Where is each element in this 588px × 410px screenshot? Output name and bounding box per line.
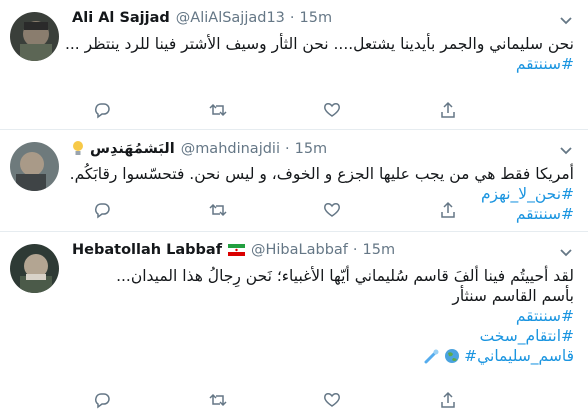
share-icon[interactable]: [438, 200, 458, 220]
tweet-3[interactable]: Hebatollah Labbaf @HibaLabbaf · 15m لقد …: [0, 232, 588, 410]
timestamp[interactable]: 15m: [295, 141, 328, 157]
chevron-down-icon[interactable]: [556, 140, 576, 160]
hashtag-link[interactable]: #سننتقم: [72, 54, 574, 74]
iran-flag-icon: [228, 244, 245, 256]
tweet-line: نحن سليماني والجمر بأيدينا يشتعل.... نحن…: [64, 35, 574, 53]
retweet-icon[interactable]: [208, 390, 228, 410]
share-icon[interactable]: [438, 390, 458, 410]
tweet-text: لقد أحييتُم فينا ألفَ قاسم سُليماني أيّه…: [72, 266, 574, 366]
hashtag-row: #قاسم_سليماني: [72, 346, 574, 366]
avatar[interactable]: [10, 142, 59, 191]
action-bar: [72, 120, 532, 140]
tweet-header: Ali Al Sajjad @AliAlSajjad13 · 15m: [72, 8, 332, 28]
action-bar: [72, 390, 532, 410]
tweet-header: Hebatollah Labbaf @HibaLabbaf · 15m: [72, 240, 395, 260]
tweet-line: بأسم القاسم سنثأر: [452, 287, 574, 305]
reply-icon[interactable]: [92, 100, 112, 120]
reply-icon[interactable]: [92, 390, 112, 410]
display-name[interactable]: البَشمُهَندِس: [90, 141, 175, 157]
display-name[interactable]: Hebatollah Labbaf: [72, 242, 222, 258]
action-bar: [72, 200, 532, 220]
tweet-line: لقد أحييتُم فينا ألفَ قاسم سُليماني أيّه…: [116, 267, 574, 285]
avatar[interactable]: [10, 12, 59, 61]
user-handle[interactable]: @HibaLabbaf: [251, 242, 348, 258]
tweet-1[interactable]: Ali Al Sajjad @AliAlSajjad13 · 15m نحن س…: [0, 0, 588, 130]
user-handle[interactable]: @mahdinajdii: [181, 141, 280, 157]
reply-icon[interactable]: [92, 200, 112, 220]
avatar[interactable]: [10, 244, 59, 293]
lightbulb-icon: [73, 141, 83, 155]
retweet-icon[interactable]: [208, 100, 228, 120]
separator: ·: [285, 141, 290, 157]
comet-emoji-icon: [424, 349, 439, 364]
hashtag-link[interactable]: #قاسم_سليماني: [464, 346, 574, 366]
hashtag-link[interactable]: #سننتقم: [72, 306, 574, 326]
hashtag-link[interactable]: #انتقام_سخت: [72, 326, 574, 346]
action-bar: [72, 100, 532, 120]
separator: ·: [352, 242, 358, 258]
like-icon[interactable]: [322, 390, 342, 410]
like-icon[interactable]: [322, 100, 342, 120]
tweet-line: أمريكا فقط هي من يجب عليها الجزع و الخوف…: [69, 165, 574, 183]
chevron-down-icon[interactable]: [556, 242, 576, 262]
timestamp[interactable]: 15m: [300, 10, 333, 26]
display-name[interactable]: Ali Al Sajjad: [72, 10, 170, 26]
retweet-icon[interactable]: [208, 200, 228, 220]
user-handle[interactable]: @AliAlSajjad13: [176, 10, 285, 26]
chevron-down-icon[interactable]: [556, 10, 576, 30]
like-icon[interactable]: [322, 200, 342, 220]
timestamp[interactable]: 15m: [363, 242, 396, 258]
separator: ·: [289, 10, 295, 26]
globe-emoji-icon: [445, 349, 460, 363]
share-icon[interactable]: [438, 100, 458, 120]
tweet-text: نحن سليماني والجمر بأيدينا يشتعل.... نحن…: [65, 34, 574, 74]
